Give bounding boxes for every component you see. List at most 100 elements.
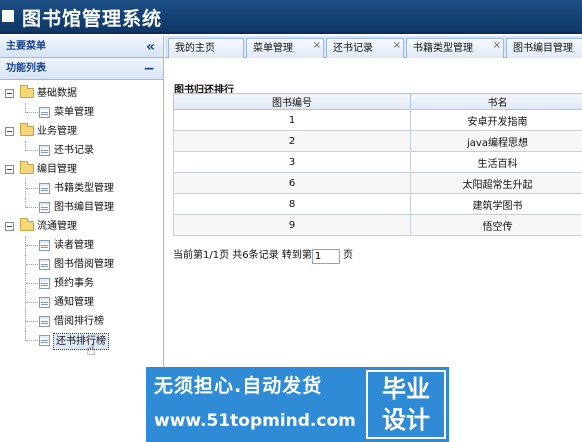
tree-item-menu-manage[interactable]: 菜单管理 bbox=[0, 103, 163, 122]
table-row[interactable]: 6 太阳超常生升起 bbox=[173, 172, 582, 194]
folder-icon bbox=[20, 218, 34, 231]
tree-item-label: 还书记录 bbox=[54, 145, 94, 156]
tree-group-label: 编目管理 bbox=[37, 164, 77, 175]
cell-book-name: 太阳超常生升起 bbox=[410, 172, 582, 194]
tree-group-basic-data[interactable]: 基础数据 bbox=[0, 84, 163, 103]
tree-group-label: 基础数据 bbox=[37, 88, 77, 99]
folder-icon bbox=[20, 85, 34, 98]
tab-return-records[interactable]: 还书记录 × bbox=[326, 38, 404, 58]
table-row[interactable]: 8 建筑学图书 bbox=[173, 193, 582, 215]
cell-book-name: 生活百科 bbox=[410, 151, 582, 173]
tree-item-label: 借阅排行榜 bbox=[54, 316, 104, 327]
main-menu-header: 主要菜单 « bbox=[0, 36, 163, 58]
tab-book-catalog[interactable]: 图书编目管理 bbox=[506, 38, 582, 58]
menu-tree: 基础数据 菜单管理 业务管理 还书记录 编目管理 书籍类型管理 图书编目管理 流… bbox=[0, 80, 163, 350]
page-number-input[interactable] bbox=[311, 248, 340, 264]
cell-book-id: 2 bbox=[173, 130, 411, 152]
column-header-book-id[interactable]: 图书编号 bbox=[173, 93, 411, 110]
table-row[interactable]: 1 安卓开发指南 bbox=[173, 109, 582, 131]
pager: 当前第1/1页 共6条记录 转到第 页 bbox=[173, 248, 353, 265]
pager-text: 当前第1/1页 共6条记录 转到第 bbox=[173, 250, 312, 261]
tab-bar: 我的主页 菜单管理 × 还书记录 × 书籍类型管理 × 图书编目管理 bbox=[165, 36, 582, 58]
table-row[interactable]: 9 悟空传 bbox=[173, 214, 582, 236]
tree-connector bbox=[26, 245, 38, 246]
tree-item-return-ranking[interactable]: 还书排行榜 bbox=[0, 331, 163, 350]
close-icon[interactable]: × bbox=[493, 36, 501, 55]
cell-book-name: java编程思想 bbox=[410, 130, 582, 152]
collapse-sidebar-icon[interactable]: « bbox=[146, 36, 155, 58]
stamp-line1: 毕业 bbox=[382, 375, 430, 403]
watermark-stamp: 毕业 设计 bbox=[366, 370, 446, 439]
tree-item-book-catalog[interactable]: 图书编目管理 bbox=[0, 198, 163, 217]
page-icon bbox=[39, 278, 50, 289]
tree-group-circulation[interactable]: 流通管理 bbox=[0, 217, 163, 236]
folder-icon bbox=[20, 161, 34, 174]
tree-item-book-type[interactable]: 书籍类型管理 bbox=[0, 179, 163, 198]
collapse-func-list-icon[interactable]: − bbox=[143, 58, 155, 80]
tree-connector bbox=[26, 264, 38, 265]
minus-box-icon[interactable] bbox=[5, 127, 14, 136]
cell-book-name: 安卓开发指南 bbox=[410, 109, 582, 131]
tree-item-label: 预约事务 bbox=[54, 278, 94, 289]
watermark-url: www.51topmind.com bbox=[154, 411, 356, 431]
page-icon bbox=[39, 240, 50, 251]
column-header-book-name[interactable]: 书名 bbox=[410, 93, 582, 110]
page-icon bbox=[39, 145, 50, 156]
minus-box-icon[interactable] bbox=[5, 222, 14, 231]
tree-item-borrow-manage[interactable]: 图书借阅管理 bbox=[0, 255, 163, 274]
hand-pointer-icon: ☝ bbox=[86, 340, 96, 359]
tree-item-label: 菜单管理 bbox=[54, 107, 94, 118]
tree-item-reader-manage[interactable]: 读者管理 bbox=[0, 236, 163, 255]
close-icon[interactable]: × bbox=[313, 36, 321, 55]
app-header: 图书馆管理系统 bbox=[0, 0, 582, 34]
tree-item-label: 书籍类型管理 bbox=[54, 183, 114, 194]
tab-label: 还书记录 bbox=[333, 43, 373, 54]
tree-item-return-records[interactable]: 还书记录 bbox=[0, 141, 163, 160]
tree-connector bbox=[26, 188, 38, 189]
tree-item-borrow-ranking[interactable]: 借阅排行榜 bbox=[0, 312, 163, 331]
page-icon bbox=[39, 297, 50, 308]
cell-book-name: 建筑学图书 bbox=[410, 193, 582, 215]
stamp-line2: 设计 bbox=[382, 406, 430, 434]
tab-menu-manage[interactable]: 菜单管理 × bbox=[246, 38, 324, 58]
tab-label: 图书编目管理 bbox=[513, 43, 573, 54]
tree-connector bbox=[26, 321, 38, 322]
tree-connector bbox=[26, 150, 38, 151]
watermark-line1: 无须担心.自动发货 bbox=[154, 375, 323, 397]
func-list-header: 功能列表 − bbox=[0, 58, 163, 80]
page-icon bbox=[39, 335, 50, 346]
sidebar: 主要菜单 « 功能列表 − 基础数据 菜单管理 业务管理 还书记录 编目管理 书… bbox=[0, 36, 164, 442]
tree-connector bbox=[26, 112, 38, 113]
tree-connector bbox=[26, 340, 38, 341]
tree-connector bbox=[26, 302, 38, 303]
tree-item-label: 图书借阅管理 bbox=[54, 259, 114, 270]
table-header-row: 图书编号 书名 bbox=[173, 93, 582, 110]
tree-group-cataloging[interactable]: 编目管理 bbox=[0, 160, 163, 179]
minus-box-icon[interactable] bbox=[5, 165, 14, 174]
tab-label: 书籍类型管理 bbox=[413, 43, 473, 54]
tab-book-type[interactable]: 书籍类型管理 × bbox=[406, 38, 504, 58]
pager-suffix: 页 bbox=[343, 250, 354, 261]
main-menu-title: 主要菜单 bbox=[6, 41, 46, 52]
cell-book-id: 8 bbox=[173, 193, 411, 215]
tab-home[interactable]: 我的主页 bbox=[168, 38, 244, 58]
func-list-title: 功能列表 bbox=[6, 63, 46, 74]
cell-book-id: 9 bbox=[173, 214, 411, 236]
cell-book-id: 6 bbox=[173, 172, 411, 194]
tree-item-reservation[interactable]: 预约事务 bbox=[0, 274, 163, 293]
table-row[interactable]: 2 java编程思想 bbox=[173, 130, 582, 152]
tree-connector bbox=[26, 283, 38, 284]
page-icon bbox=[39, 183, 50, 194]
return-ranking-table: 图书编号 书名 1 安卓开发指南 2 java编程思想 3 生活百科 6 太阳超… bbox=[173, 93, 582, 236]
cell-book-name: 悟空传 bbox=[410, 214, 582, 236]
tab-label: 菜单管理 bbox=[253, 43, 293, 54]
watermark-banner: 无须担心.自动发货 www.51topmind.com 毕业 设计 bbox=[146, 367, 449, 442]
tree-group-label: 业务管理 bbox=[37, 126, 77, 137]
minus-box-icon[interactable] bbox=[5, 89, 14, 98]
tree-item-notice-manage[interactable]: 通知管理 bbox=[0, 293, 163, 312]
table-row[interactable]: 3 生活百科 bbox=[173, 151, 582, 173]
close-icon[interactable]: × bbox=[393, 36, 401, 55]
tree-item-label-selected: 还书排行榜 bbox=[53, 333, 109, 350]
tree-group-business[interactable]: 业务管理 bbox=[0, 122, 163, 141]
tree-item-label: 图书编目管理 bbox=[54, 202, 114, 213]
